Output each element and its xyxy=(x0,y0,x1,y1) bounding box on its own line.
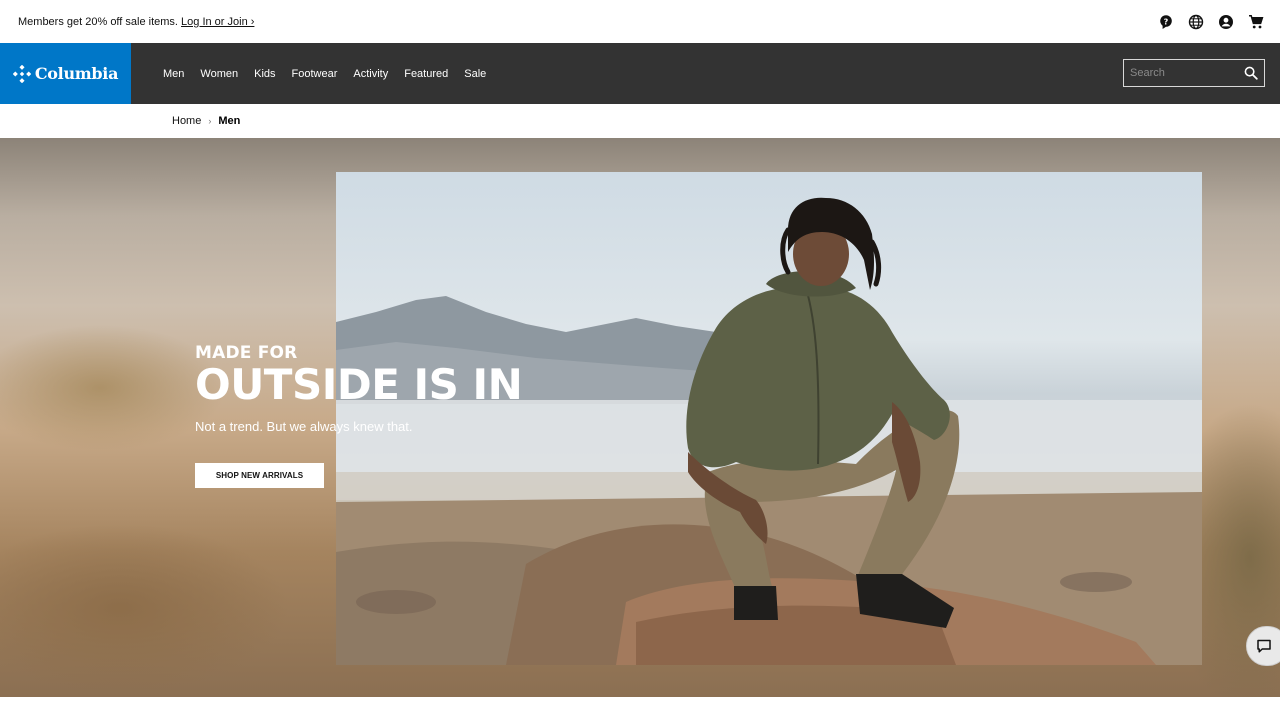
nav-item-activity[interactable]: Activity xyxy=(345,68,396,80)
nav-item-women[interactable]: Women xyxy=(192,68,246,80)
columbia-logo[interactable]: Columbia xyxy=(0,43,131,104)
promo-bar: Members get 20% off sale items. Log In o… xyxy=(0,0,1280,43)
hero-subtitle: Not a trend. But we always knew that. xyxy=(195,419,413,434)
main-nav: Columbia Men Women Kids Footwear Activit… xyxy=(0,43,1280,104)
breadcrumb: Home › Men xyxy=(172,104,240,138)
nav-item-sale[interactable]: Sale xyxy=(456,68,494,80)
help-icon[interactable]: ? xyxy=(1158,14,1174,30)
utility-icons: ? xyxy=(1158,14,1264,30)
breadcrumb-home[interactable]: Home xyxy=(172,115,201,127)
hero-banner: MADE FOR OUTSIDE IS IN Not a trend. But … xyxy=(0,138,1280,697)
chat-icon xyxy=(1257,639,1271,653)
search-input[interactable] xyxy=(1124,60,1238,86)
search-box xyxy=(1123,59,1265,87)
nav-item-footwear[interactable]: Footwear xyxy=(284,68,346,80)
diamond-logo-icon xyxy=(12,64,31,83)
nav-item-men[interactable]: Men xyxy=(163,68,192,80)
nav-menu: Men Women Kids Footwear Activity Feature… xyxy=(163,68,494,80)
nav-item-featured[interactable]: Featured xyxy=(396,68,456,80)
shop-new-arrivals-button[interactable]: SHOP NEW ARRIVALS xyxy=(195,463,324,488)
promo-message: Members get 20% off sale items. Log In o… xyxy=(18,16,254,28)
breadcrumb-current: Men xyxy=(218,115,241,127)
hero-copy: MADE FOR OUTSIDE IS IN Not a trend. But … xyxy=(195,344,523,434)
hero-title: OUTSIDE IS IN xyxy=(195,360,523,409)
globe-icon[interactable] xyxy=(1188,14,1204,30)
breadcrumb-separator: › xyxy=(208,116,212,126)
search-icon[interactable] xyxy=(1244,66,1258,80)
brand-name: Columbia xyxy=(34,64,119,83)
nav-item-kids[interactable]: Kids xyxy=(246,68,283,80)
account-icon[interactable] xyxy=(1218,14,1234,30)
svg-text:?: ? xyxy=(1164,17,1169,26)
promo-text: Members get 20% off sale items. xyxy=(18,15,178,28)
login-join-link[interactable]: Log In or Join › xyxy=(181,16,254,28)
cart-icon[interactable] xyxy=(1248,14,1264,30)
chat-button[interactable] xyxy=(1246,626,1280,666)
